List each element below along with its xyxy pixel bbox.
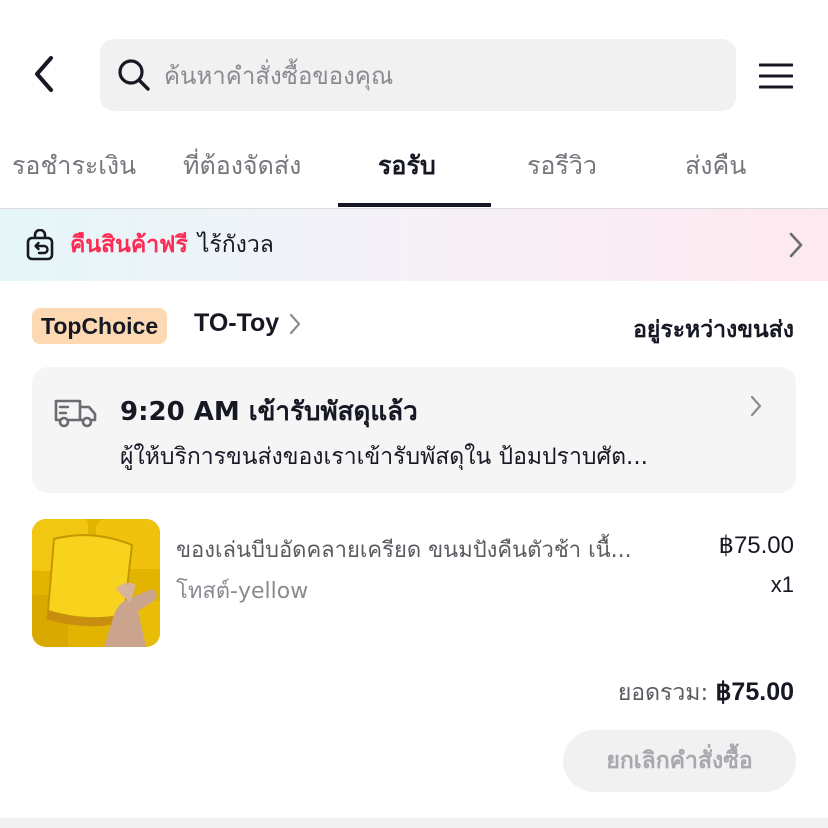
search-placeholder: ค้นหาคำสั่งซื้อของคุณ	[164, 61, 394, 90]
tab-to-receive[interactable]: รอรับ	[378, 146, 436, 186]
chevron-right-icon	[290, 313, 301, 334]
tab-to-review[interactable]: รอรีวิว	[527, 146, 597, 186]
order-total: ยอดรวม: ฿75.00	[618, 675, 794, 711]
section-divider	[0, 818, 828, 828]
back-button[interactable]	[22, 52, 66, 96]
tracking-detail: ผู้ให้บริการขนส่งของเราเข้ารับพัสดุใน ป้…	[120, 444, 648, 470]
topchoice-badge: TopChoice	[32, 308, 168, 344]
chevron-right-icon	[750, 395, 762, 417]
free-return-banner[interactable]: คืนสินค้าฟรี ไร้กังวล	[0, 209, 828, 281]
menu-button[interactable]	[754, 54, 798, 98]
chevron-right-icon	[789, 232, 803, 258]
menu-icon	[759, 63, 793, 89]
tab-to-ship[interactable]: ที่ต้องจัดส่ง	[183, 146, 301, 186]
product-name: ของเล่นบีบอัดคลายเครียด ขนมปังคืนตัวช้า …	[176, 538, 632, 563]
tab-returns[interactable]: ส่งคืน	[685, 146, 746, 186]
product-quantity: x1	[770, 572, 794, 597]
total-label: ยอดรวม:	[617, 680, 709, 706]
cancel-order-button[interactable]: ยกเลิกคำสั่งซื้อ	[563, 730, 796, 792]
tracking-title: 9:20 AM เข้ารับพัสดุแล้ว	[120, 397, 418, 427]
shop-name-link[interactable]: TO-Toy	[194, 309, 301, 338]
free-return-text: ไร้กังวล	[197, 232, 274, 258]
active-tab-indicator	[338, 203, 491, 207]
tracking-card[interactable]: 9:20 AM เข้ารับพัสดุแล้ว ผู้ให้บริการขนส…	[32, 367, 796, 493]
product-variant: โทสต์-yellow	[176, 579, 309, 604]
search-icon	[114, 55, 154, 95]
product-thumbnail[interactable]	[32, 519, 160, 647]
back-arrow-icon	[35, 56, 53, 92]
tab-awaiting-payment[interactable]: รอชำระเงิน	[12, 146, 136, 186]
return-bag-icon	[24, 229, 56, 261]
delivery-truck-icon	[54, 399, 97, 428]
shop-name: TO-Toy	[194, 309, 280, 337]
total-value: ฿75.00	[715, 678, 794, 706]
order-status: อยู่ระหว่างขนส่ง	[633, 317, 794, 343]
product-price: ฿75.00	[718, 532, 794, 559]
order-status-tabs: รอชำระเงิน ที่ต้องจัดส่ง รอรับ รอรีวิว ส…	[0, 128, 828, 209]
search-bar[interactable]: ค้นหาคำสั่งซื้อของคุณ	[100, 39, 736, 111]
free-return-highlight: คืนสินค้าฟรี	[70, 232, 188, 258]
